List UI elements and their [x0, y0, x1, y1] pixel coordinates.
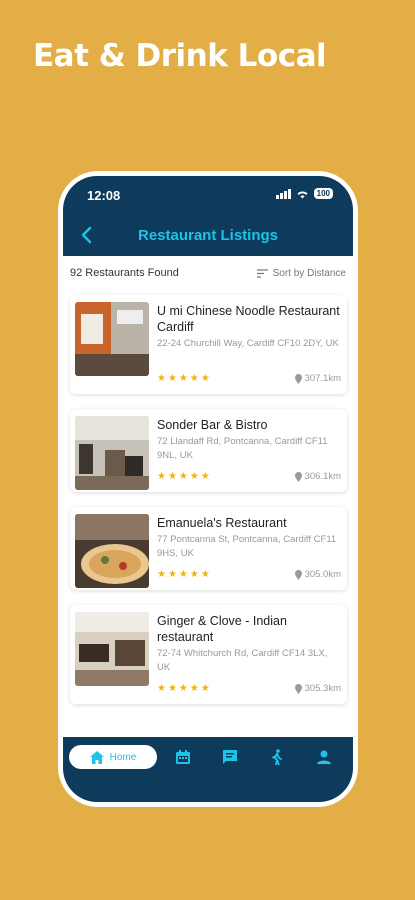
restaurant-card[interactable]: Ginger & Clove - Indian restaurant 72-74…	[70, 605, 347, 704]
star-rating: ★★★★★	[157, 471, 212, 482]
restaurant-card[interactable]: Sonder Bar & Bistro 72 Llandaff Rd, Pont…	[70, 409, 347, 492]
distance-value: 305.3km	[304, 683, 341, 694]
tab-home[interactable]: Home	[69, 745, 157, 769]
wifi-icon	[297, 190, 308, 198]
restaurant-photo	[75, 302, 149, 376]
results-count: 92 Restaurants Found	[70, 267, 179, 279]
restaurant-photo	[75, 416, 149, 490]
calendar-icon[interactable]	[175, 749, 191, 765]
restaurant-name: U mi Chinese Noodle Restaurant Cardiff	[157, 304, 340, 334]
sort-label: Sort by Distance	[272, 267, 346, 279]
distance-value: 307.1km	[304, 373, 341, 384]
sort-button[interactable]: Sort by Distance	[256, 267, 346, 279]
location-pin-icon	[294, 569, 302, 580]
phone-frame: 12:08 100 Restaurant Listings 92 Restaur…	[58, 171, 358, 807]
location-pin-icon	[294, 471, 302, 482]
restaurant-name: Emanuela's Restaurant	[157, 516, 287, 530]
page-title: Restaurant Listings	[137, 226, 279, 244]
sort-icon	[256, 268, 268, 278]
distance: 306.1km	[294, 471, 341, 482]
restaurant-photo	[75, 514, 149, 588]
walk-icon[interactable]	[269, 749, 285, 765]
list-header: 92 Restaurants Found Sort by Distance	[70, 264, 346, 282]
distance-value: 305.0km	[304, 569, 341, 580]
distance: 305.3km	[294, 683, 341, 694]
person-icon[interactable]	[316, 749, 332, 765]
status-indicators: 100	[275, 188, 333, 199]
home-icon	[89, 750, 104, 764]
restaurant-card[interactable]: U mi Chinese Noodle Restaurant Cardiff 2…	[70, 295, 347, 394]
tab-bar: Home	[63, 737, 353, 802]
status-bar: 12:08 100	[63, 186, 353, 206]
distance: 305.0km	[294, 569, 341, 580]
back-icon[interactable]	[79, 225, 95, 245]
restaurant-address: 72-74 Whitchurch Rd, Cardiff CF14 3LX, U…	[157, 648, 328, 673]
nav-bar: Restaurant Listings	[63, 220, 353, 250]
app-header: 12:08 100 Restaurant Listings	[63, 176, 353, 256]
status-time: 12:08	[87, 188, 121, 203]
restaurant-address: 72 Llandaff Rd, Pontcanna, Cardiff CF11 …	[157, 436, 328, 461]
restaurant-address: 22-24 Churchill Way, Cardiff CF10 2DY, U…	[157, 338, 339, 349]
battery-icon: 100	[313, 188, 333, 199]
restaurant-name: Ginger & Clove - Indian restaurant	[157, 614, 287, 644]
star-rating: ★★★★★	[157, 569, 212, 580]
restaurant-card[interactable]: Emanuela's Restaurant 77 Pontcanna St, P…	[70, 507, 347, 590]
restaurant-list: U mi Chinese Noodle Restaurant Cardiff 2…	[70, 295, 347, 719]
headline: Eat & Drink Local	[33, 38, 327, 74]
location-pin-icon	[294, 683, 302, 694]
distance-value: 306.1km	[304, 471, 341, 482]
location-pin-icon	[294, 373, 302, 384]
restaurant-name: Sonder Bar & Bistro	[157, 418, 268, 432]
restaurant-address: 77 Pontcanna St, Pontcanna, Cardiff CF11…	[157, 534, 337, 559]
star-rating: ★★★★★	[157, 683, 212, 694]
chat-icon[interactable]	[222, 749, 238, 765]
restaurant-photo	[75, 612, 149, 686]
tab-home-label: Home	[109, 751, 137, 763]
signal-icon	[275, 188, 291, 199]
distance: 307.1km	[294, 373, 341, 384]
star-rating: ★★★★★	[157, 373, 212, 384]
